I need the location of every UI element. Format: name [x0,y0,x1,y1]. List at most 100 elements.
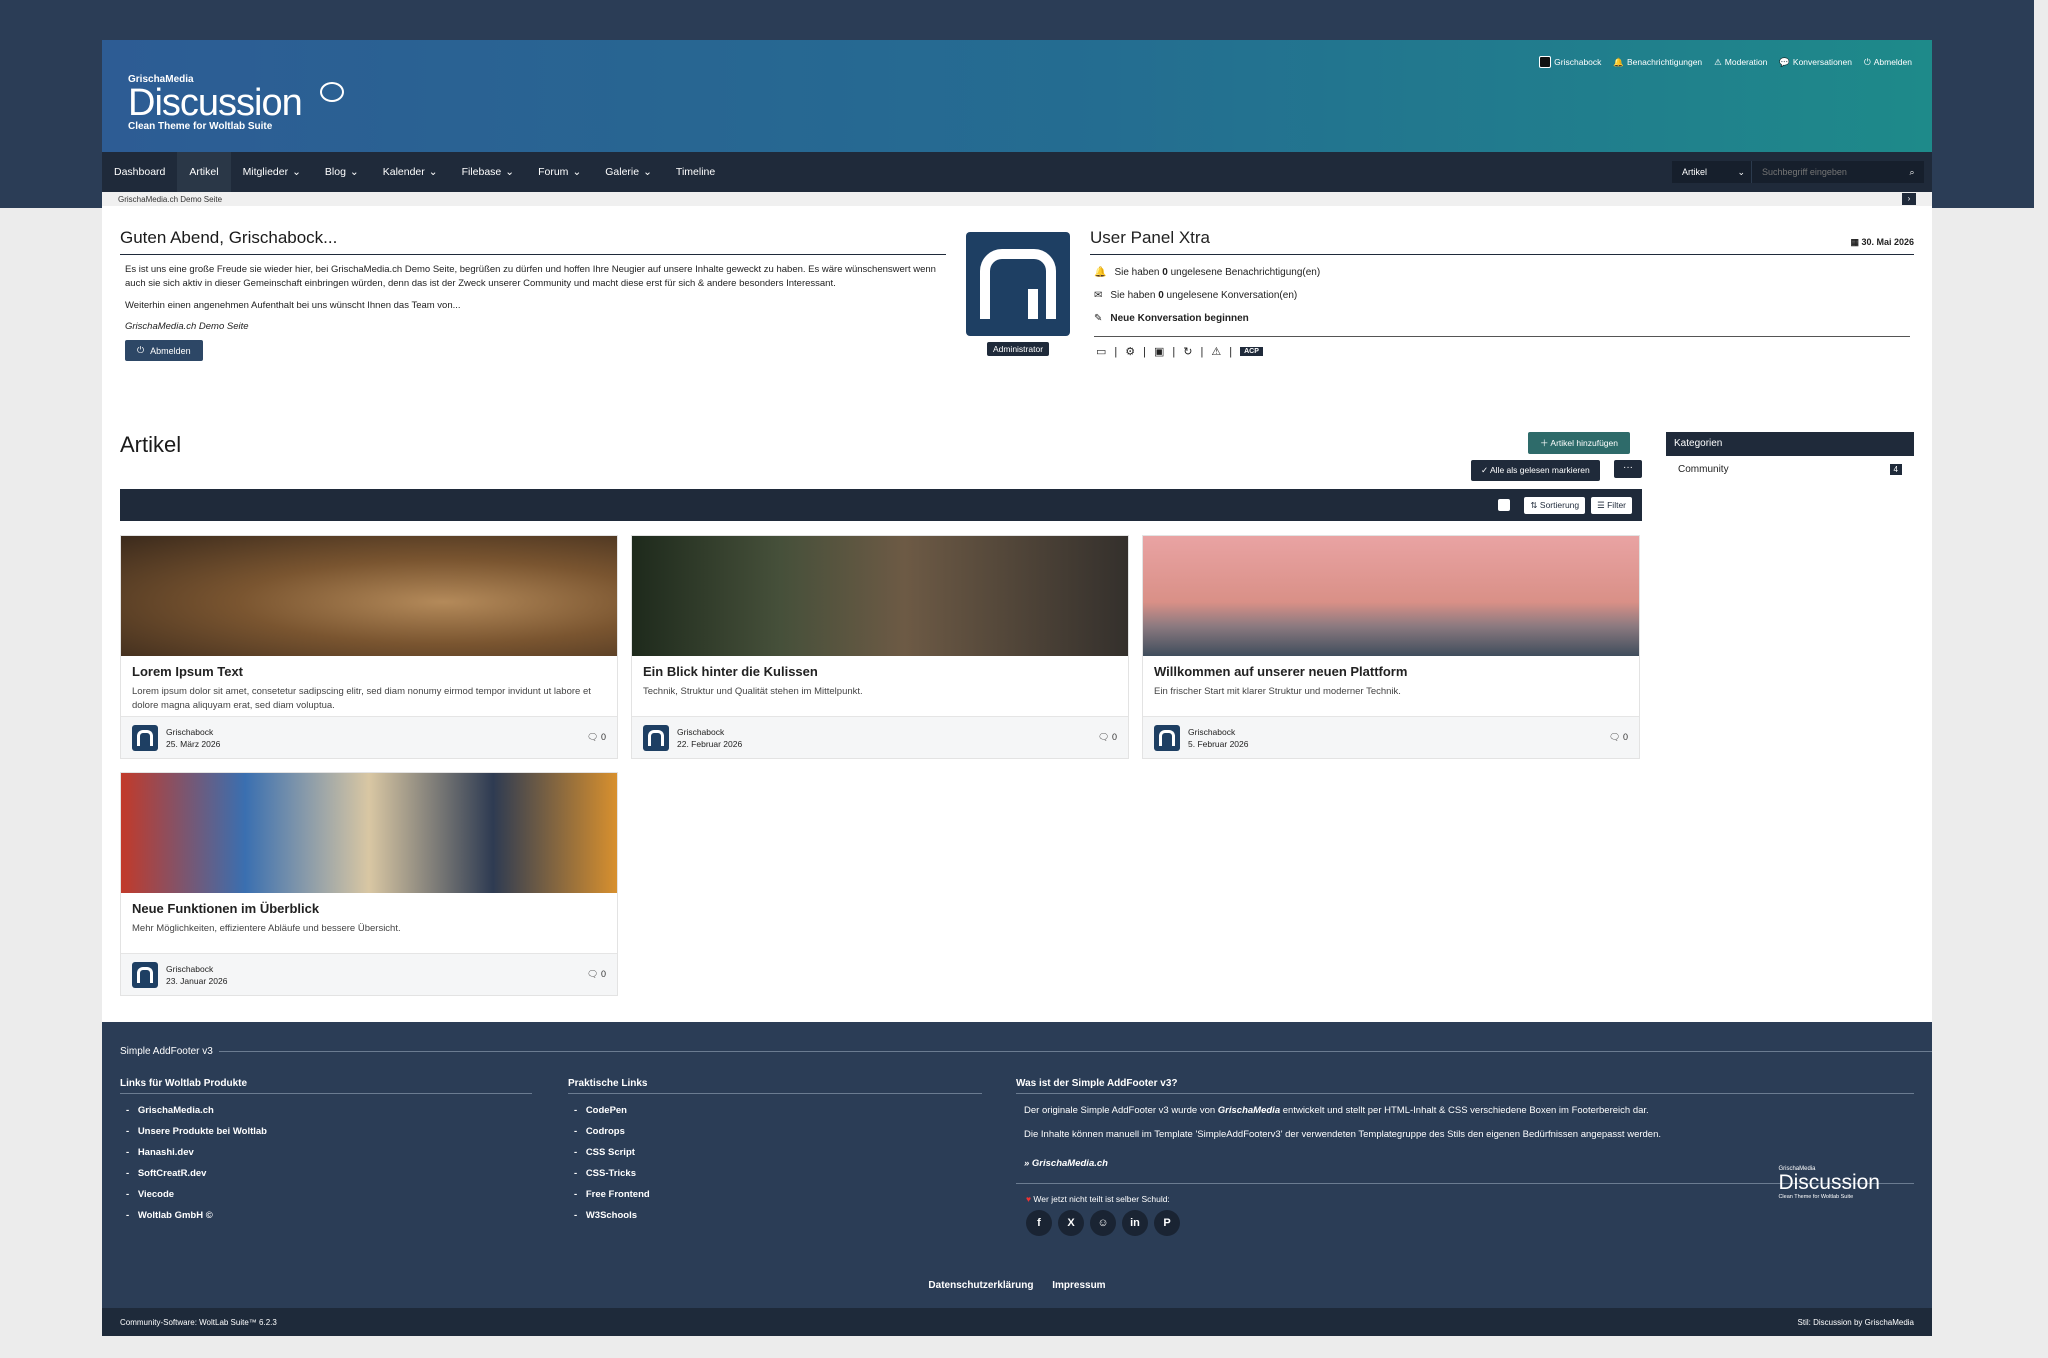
userbar-logout[interactable]: ⏻ Abmelden [1864,57,1912,68]
article-image[interactable] [1143,536,1639,656]
footer-link[interactable]: W3Schools [568,1205,982,1226]
select-all-checkbox[interactable] [1498,499,1511,511]
footer-link[interactable]: Hanashi.dev [120,1142,532,1163]
image-icon[interactable]: ▣ [1154,345,1164,358]
article-author[interactable]: Grischabock [166,726,220,738]
article-image[interactable] [121,773,617,893]
main-navigation: Dashboard Artikel Mitglieder ⌄ Blog ⌄ Kale… [102,152,1932,192]
footer-link[interactable]: CodePen [568,1100,982,1121]
mark-all-read-button[interactable]: ✓ Alle als gelesen markieren [1471,460,1600,481]
chevron-right-icon[interactable]: › [1902,193,1916,205]
nav-forum[interactable]: Forum ⌄ [526,152,593,192]
facebook-icon[interactable]: f [1026,1210,1052,1236]
footer-link[interactable]: SoftCreatR.dev [120,1163,532,1184]
breadcrumb-link[interactable]: GrischaMedia.ch Demo Seite [118,195,222,204]
article-card[interactable]: Lorem Ipsum Text Lorem ipsum dolor sit a… [120,535,618,759]
nav-galerie[interactable]: Galerie ⌄ [593,152,664,192]
refresh-icon[interactable]: ↻ [1183,345,1192,358]
site-logo[interactable]: GrischaMedia Discussion Clean Theme for … [128,74,344,132]
footer-link[interactable]: Free Frontend [568,1184,982,1205]
footer-link[interactable]: Viecode [120,1184,532,1205]
sidebar-item-community[interactable]: Community 4 [1666,456,1914,483]
more-options-button[interactable]: ··· [1614,460,1642,478]
search-icon[interactable]: ⌕ [1900,167,1924,178]
logout-button-label: Abmelden [150,345,191,356]
warning-icon: ⚠ [1714,56,1722,67]
linkedin-icon[interactable]: in [1122,1210,1148,1236]
imprint-link[interactable]: Impressum [1052,1280,1105,1291]
nav-blog[interactable]: Blog ⌄ [313,152,371,192]
userbar-moderation[interactable]: ⚠ Moderation [1714,57,1767,68]
article-title[interactable]: Ein Blick hinter die Kulissen [643,664,1117,679]
comments-count: 🗨 0 [1098,732,1117,743]
software-credit[interactable]: Community-Software: WoltLab Suite™ 6.2.3 [120,1318,277,1327]
article-teaser: Lorem ipsum dolor sit amet, consetetur s… [132,686,591,711]
article-title[interactable]: Neue Funktionen im Überblick [132,901,606,916]
userbar-conversations[interactable]: 💬 Konversationen [1779,57,1852,68]
article-author[interactable]: Grischabock [1188,726,1248,738]
footer-link[interactable]: Codrops [568,1121,982,1142]
userbar-moderation-label: Moderation [1724,57,1768,67]
acp-button[interactable]: ACP [1240,347,1263,356]
conversations-row[interactable]: ✉ Sie haben 0 ungelesene Konversation(en) [1090,290,1914,301]
social-buttons: f X ☺ in P [1026,1210,1914,1236]
style-credit[interactable]: Stil: Discussion by GrischaMedia [1798,1318,1914,1327]
nav-artikel[interactable]: Artikel [177,152,231,192]
userbar-profile[interactable]: Grischabock [1539,56,1601,68]
article-image[interactable] [632,536,1128,656]
nav-filebase[interactable]: Filebase ⌄ [450,152,527,192]
add-article-label: Artikel hinzufügen [1550,438,1618,448]
footer-link[interactable]: GrischaMedia.ch [120,1100,532,1121]
footer-grischamedia-link[interactable]: » GrischaMedia.ch [1024,1158,1906,1169]
id-card-icon[interactable]: ▭ [1096,345,1106,358]
article-teaser: Technik, Struktur und Qualität stehen im… [643,686,863,697]
user-settings-icon[interactable]: ⚙ [1125,345,1135,358]
article-author[interactable]: Grischabock [677,726,742,738]
nav-timeline[interactable]: Timeline [664,152,727,192]
nav-dashboard[interactable]: Dashboard [102,152,177,192]
avatar[interactable] [966,232,1070,336]
share-label: Wer jetzt nicht teilt ist selber Schuld: [1033,1194,1170,1204]
avatar[interactable] [1154,724,1180,751]
article-card[interactable]: Neue Funktionen im Überblick Mehr Möglic… [120,772,618,996]
article-card[interactable]: Ein Blick hinter die Kulissen Technik, S… [631,535,1129,759]
nav-dashboard-label: Dashboard [114,166,166,178]
filter-button[interactable]: ☰ Filter [1591,496,1632,514]
footer-link[interactable]: CSS Script [568,1142,982,1163]
privacy-link[interactable]: Datenschutzerklärung [928,1280,1033,1291]
comments-count: 🗨 0 [587,732,606,743]
article-title[interactable]: Lorem Ipsum Text [132,664,606,679]
x-icon[interactable]: X [1058,1210,1084,1236]
pinterest-icon[interactable]: P [1154,1210,1180,1236]
nav-kalender[interactable]: Kalender ⌄ [371,152,450,192]
warning-icon[interactable]: ⚠ [1211,345,1221,358]
avatar[interactable] [132,724,158,751]
footer-title: Simple AddFooter v3 [120,1046,1932,1057]
chevron-down-icon: ⌄ [505,166,515,178]
footer-link[interactable]: CSS-Tricks [568,1163,982,1184]
add-article-button[interactable]: ＋ Artikel hinzufügen [1528,432,1630,454]
avatar[interactable] [643,724,669,751]
footer-link[interactable]: Woltlab GmbH © [120,1205,532,1226]
article-date: 5. Februar 2026 [1188,738,1249,749]
search-input[interactable] [1752,161,1900,183]
search-type-select[interactable]: Artikel ⌄ [1672,161,1752,183]
article-title[interactable]: Willkommen auf unserer neuen Plattform [1154,664,1628,679]
notifications-row[interactable]: 🔔 Sie haben 0 ungelesene Benachrichtigung… [1090,267,1914,278]
userbar-notifications[interactable]: 🔔 Benachrichtigungen [1613,57,1702,68]
chevron-down-icon: ⌄ [349,166,359,178]
reddit-icon[interactable]: ☺ [1090,1210,1116,1236]
chat-icon: 💬 [1779,56,1790,67]
nav-mitglieder[interactable]: Mitglieder ⌄ [231,152,313,192]
article-image[interactable] [121,536,617,656]
logout-button[interactable]: ⏻ Abmelden [125,340,203,361]
avatar[interactable] [132,961,158,988]
article-card[interactable]: Willkommen auf unserer neuen Plattform E… [1142,535,1640,759]
sort-button[interactable]: ⇅ Sortierung [1524,496,1586,514]
logo-big: Discussion [128,82,303,124]
mark-all-read-label: Alle als gelesen markieren [1490,465,1590,475]
footer-link[interactable]: Unsere Produkte bei Woltlab [120,1121,532,1142]
new-conversation-link[interactable]: ✎ Neue Konversation beginnen [1090,313,1914,324]
article-author[interactable]: Grischabock [166,963,227,975]
filter-icon: ☰ [1597,499,1608,510]
